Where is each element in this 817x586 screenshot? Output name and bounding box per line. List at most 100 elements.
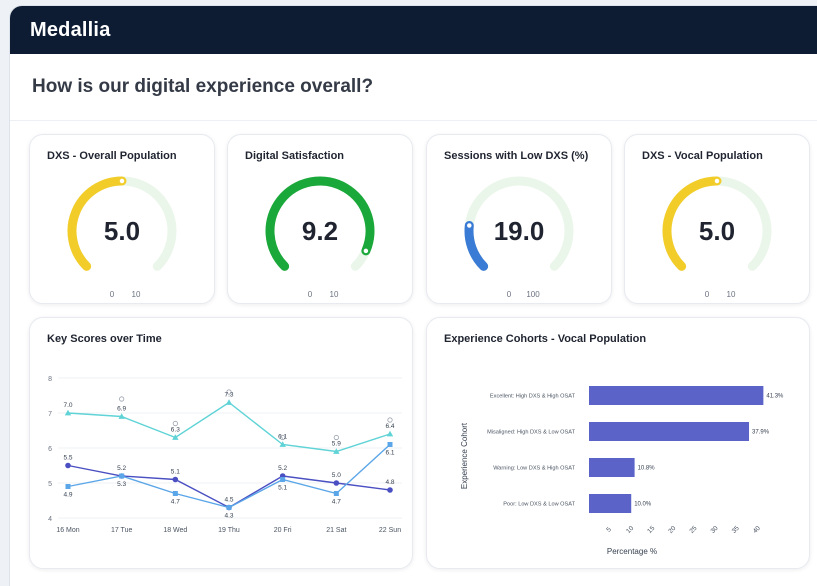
data-label: 5.0 [332, 472, 341, 479]
gauge-max-label: 10 [330, 290, 339, 299]
line-chart-card[interactable]: Key Scores over Time 4 5 6 7 8 16 Mon 17 Tue 18… [29, 317, 413, 569]
gauge-min-label: 0 [308, 290, 313, 299]
data-label: 5.9 [332, 441, 341, 448]
bar-value-label: 10.0% [634, 502, 652, 508]
data-label: 4.8 [385, 479, 394, 486]
gauge-card-dxs-overall[interactable]: DXS - Overall Population 5.0 0 10 [29, 134, 215, 304]
gauge-digital-satisfaction: 9.2 0 10 [265, 176, 375, 299]
data-point[interactable] [172, 476, 179, 483]
data-label: 5.5 [63, 455, 72, 462]
gauge-value: 5.0 [699, 216, 735, 246]
data-label: 4.9 [63, 492, 72, 499]
x-tick-label: 15 [646, 525, 656, 535]
reference-marker [119, 396, 125, 402]
data-label: 4.3 [224, 513, 233, 520]
brand-logo[interactable]: Medallia [30, 19, 111, 42]
gauge-handle [713, 177, 721, 185]
data-point[interactable] [387, 487, 393, 493]
data-label: 5.1 [171, 469, 180, 476]
y-tick-label: 5 [48, 481, 52, 488]
data-label: 4.7 [171, 499, 180, 506]
page-title: How is our digital experience overall? [32, 76, 374, 97]
x-tick-label: 17 Tue [111, 527, 133, 534]
data-label: 6.4 [385, 423, 394, 430]
gauge-max-label: 10 [132, 290, 141, 299]
x-tick-label: 25 [688, 525, 698, 535]
y-tick-label: 7 [48, 411, 52, 418]
category-label: Poor: Low DXS & Low OSAT [503, 502, 575, 508]
app-window: Medallia How is our digital experience o… [10, 6, 817, 586]
gauge-card-dxs-vocal[interactable]: DXS - Vocal Population 5.0 0 10 [624, 134, 810, 304]
data-point[interactable] [172, 491, 178, 496]
x-tick-label: 19 Thu [218, 527, 240, 534]
gauge-min-label: 0 [110, 290, 115, 299]
data-point[interactable] [386, 430, 394, 437]
category-label: Misaligned: High DXS & Low OSAT [487, 430, 575, 436]
data-point[interactable] [65, 484, 71, 489]
data-point[interactable] [280, 477, 286, 482]
divider [10, 120, 817, 121]
data-label: 7.0 [63, 402, 72, 409]
data-label: 7.3 [224, 392, 233, 399]
data-point[interactable] [65, 462, 71, 469]
category-label: Warning: Low DXS & High OSAT [493, 466, 575, 472]
gauge-fill [464, 221, 489, 271]
x-tick-label: 21 Sat [326, 527, 346, 534]
bar-value-label: 37.9% [752, 430, 770, 436]
x-axis-label: Percentage % [607, 547, 657, 556]
y-axis-label: Experience Cohort [460, 422, 469, 489]
x-tick-label: 18 Wed [163, 527, 187, 534]
gauge-min-label: 0 [705, 290, 710, 299]
data-point[interactable] [387, 442, 393, 447]
reference-marker [387, 417, 393, 423]
top-bar: Medallia [10, 6, 817, 54]
data-label: 5.2 [117, 465, 126, 472]
data-point[interactable] [333, 480, 340, 486]
data-label: 5.3 [117, 481, 126, 488]
gauge-handle [465, 221, 474, 230]
data-label: 6.9 [117, 406, 126, 413]
x-tick-label: 5 [605, 526, 613, 534]
x-tick-label: 30 [710, 525, 720, 535]
reference-marker [172, 420, 178, 427]
bar-value-label: 10.8% [638, 466, 656, 472]
gauge-dxs-overall: 5.0 0 10 [67, 176, 177, 299]
gauge-value: 19.0 [494, 216, 545, 246]
gauge-card-digital-satisfaction[interactable]: Digital Satisfaction 9.2 0 10 [227, 134, 413, 304]
gauge-handle [118, 177, 126, 185]
y-tick-label: 8 [48, 376, 52, 383]
y-tick-label: 4 [48, 516, 52, 523]
data-point[interactable] [225, 399, 233, 405]
bar[interactable] [589, 494, 632, 513]
data-label: 6.3 [171, 427, 180, 434]
bar[interactable] [589, 458, 635, 477]
x-tick-label: 20 [667, 525, 677, 535]
bar[interactable] [589, 386, 764, 405]
gauge-max-label: 100 [526, 290, 540, 299]
data-label: 6.1 [385, 450, 394, 457]
bar-chart-card[interactable]: Experience Cohorts - Vocal Population Ex… [426, 317, 810, 569]
gauge-value: 9.2 [302, 216, 338, 246]
x-tick-label: 20 Fri [274, 527, 292, 534]
bar[interactable] [589, 422, 750, 441]
gauge-max-label: 10 [727, 290, 736, 299]
category-label: Excellent: High DXS & High OSAT [490, 394, 576, 400]
gauge-card-sessions-low-dxs[interactable]: Sessions with Low DXS (%) 19.0 0 100 [426, 134, 612, 304]
data-point[interactable] [119, 473, 125, 479]
data-label: 6.1 [278, 434, 287, 441]
gauge-min-label: 0 [507, 290, 512, 299]
gauge-sessions-low-dxs: 19.0 0 100 [464, 176, 574, 299]
y-tick-label: 6 [48, 446, 52, 453]
experience-cohorts-bar-chart: Excellent: High DXS & High OSAT 41.3% Misa… [460, 386, 784, 556]
gauge-value: 5.0 [104, 216, 140, 246]
data-label: 5.2 [278, 465, 287, 472]
data-point[interactable] [226, 505, 232, 510]
bar-value-label: 41.3% [766, 394, 784, 400]
data-label: 5.1 [278, 485, 287, 492]
x-tick-label: 10 [625, 525, 635, 535]
gauge-handle [362, 247, 370, 255]
x-tick-label: 40 [752, 525, 762, 535]
reference-marker [333, 434, 339, 441]
x-tick-label: 22 Sun [379, 527, 401, 534]
data-point[interactable] [333, 491, 339, 496]
